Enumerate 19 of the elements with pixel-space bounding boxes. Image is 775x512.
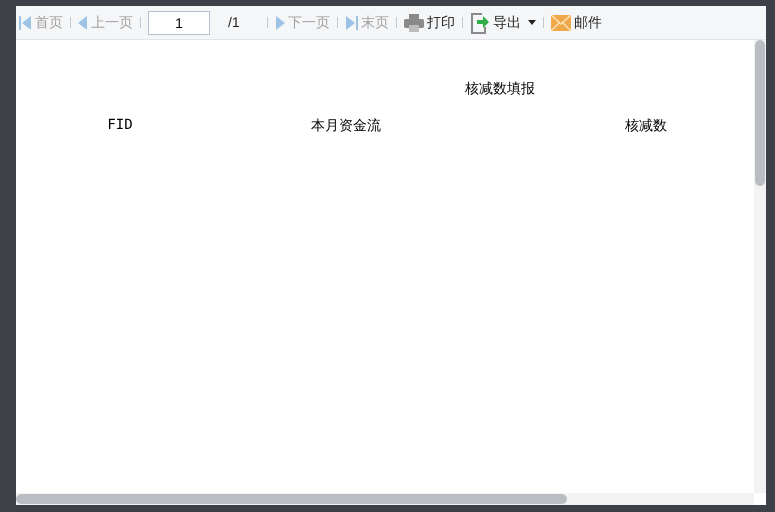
previous-page-icon: [78, 16, 88, 30]
print-button[interactable]: 打印: [404, 12, 455, 33]
export-button[interactable]: 导出: [470, 12, 536, 34]
column-header: FID: [107, 117, 133, 133]
last-page-icon: [345, 14, 358, 30]
first-page-icon: [19, 14, 32, 30]
horizontal-scrollbar[interactable]: [16, 493, 754, 505]
report-title: 核减数填报: [465, 80, 535, 96]
column-header: 核减数: [625, 117, 667, 133]
vertical-scrollbar[interactable]: [754, 40, 766, 493]
next-page-icon: [275, 16, 285, 30]
caret-icon: [528, 20, 536, 25]
page-number-field[interactable]: 1: [148, 10, 210, 34]
export-icon: [470, 12, 490, 34]
page-total: /1: [228, 13, 241, 32]
envelope-icon: [551, 14, 571, 30]
printer-icon: [404, 14, 424, 32]
column-header: 本月资金流: [311, 117, 381, 133]
mail-button[interactable]: 邮件: [551, 12, 602, 33]
